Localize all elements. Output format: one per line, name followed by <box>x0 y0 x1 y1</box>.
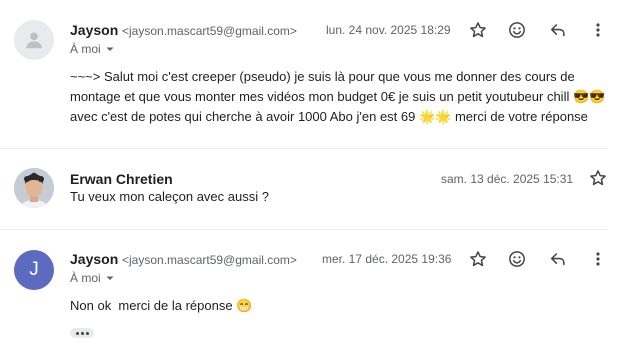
message-date: mer. 17 déc. 2025 19:36 <box>322 252 452 266</box>
more-options-button[interactable] <box>587 248 609 270</box>
recipient-label: À moi <box>70 42 101 56</box>
avatar-letter: J <box>29 259 39 280</box>
message-body: ~~~> Salut moi c'est creeper (pseudo) je… <box>70 67 630 127</box>
dot <box>75 331 79 335</box>
avatar-photo <box>14 168 54 208</box>
message-3: J Jayson <jayson.mascart59@gmail.com> À … <box>0 230 638 351</box>
chevron-down-icon[interactable] <box>105 44 115 54</box>
emoji-icon <box>509 251 525 267</box>
more-vert-icon <box>596 252 600 266</box>
sender-name[interactable]: Jayson <box>70 251 118 267</box>
dot <box>85 331 89 335</box>
chevron-down-icon[interactable] <box>105 273 115 283</box>
star-button[interactable] <box>587 167 609 189</box>
star-icon <box>470 251 486 267</box>
reply-icon <box>550 24 565 37</box>
recipient-line[interactable]: À moi <box>70 42 115 56</box>
recipient-label: À moi <box>70 271 101 285</box>
message-date: sam. 13 déc. 2025 15:31 <box>441 172 574 186</box>
reply-button[interactable] <box>547 248 569 270</box>
person-icon <box>26 32 42 49</box>
message-body-line: ~~~> Salut moi c'est creeper (pseudo) je… <box>70 69 575 84</box>
message-body: Non ok merci de la réponse 😁 <box>70 298 253 313</box>
dot <box>80 331 84 335</box>
star-button[interactable] <box>467 19 489 41</box>
sender-email: <jayson.mascart59@gmail.com> <box>122 24 297 38</box>
message-2[interactable]: Erwan Chretien sam. 13 déc. 2025 15:31 T… <box>0 149 638 229</box>
sender-name[interactable]: Jayson <box>70 22 118 38</box>
reply-icon <box>550 253 565 266</box>
message-snippet: Tu veux mon caleçon avec aussi ? <box>70 189 269 204</box>
message-body-line: montage et que vous monter mes vidéos mo… <box>70 89 606 104</box>
message-body-line: avec c'est de potes qui cherche à avoir … <box>70 109 588 124</box>
emoji-reaction-button[interactable] <box>506 19 528 41</box>
sender-avatar[interactable] <box>14 168 54 208</box>
message-1: Jayson <jayson.mascart59@gmail.com> À mo… <box>0 0 638 148</box>
star-icon <box>590 170 606 186</box>
reply-button[interactable] <box>547 19 569 41</box>
star-button[interactable] <box>467 248 489 270</box>
recipient-line[interactable]: À moi <box>70 271 115 285</box>
emoji-reaction-button[interactable] <box>506 248 528 270</box>
sender-avatar[interactable]: J <box>14 250 54 290</box>
show-trimmed-content-button[interactable] <box>70 328 94 338</box>
sender-name[interactable]: Erwan Chretien <box>70 171 173 187</box>
star-icon <box>470 22 486 38</box>
emoji-icon <box>509 22 525 38</box>
more-options-button[interactable] <box>587 19 609 41</box>
sender-avatar[interactable] <box>14 20 54 60</box>
more-vert-icon <box>596 23 600 37</box>
sender-email: <jayson.mascart59@gmail.com> <box>122 253 297 267</box>
message-date: lun. 24 nov. 2025 18:29 <box>326 23 451 37</box>
